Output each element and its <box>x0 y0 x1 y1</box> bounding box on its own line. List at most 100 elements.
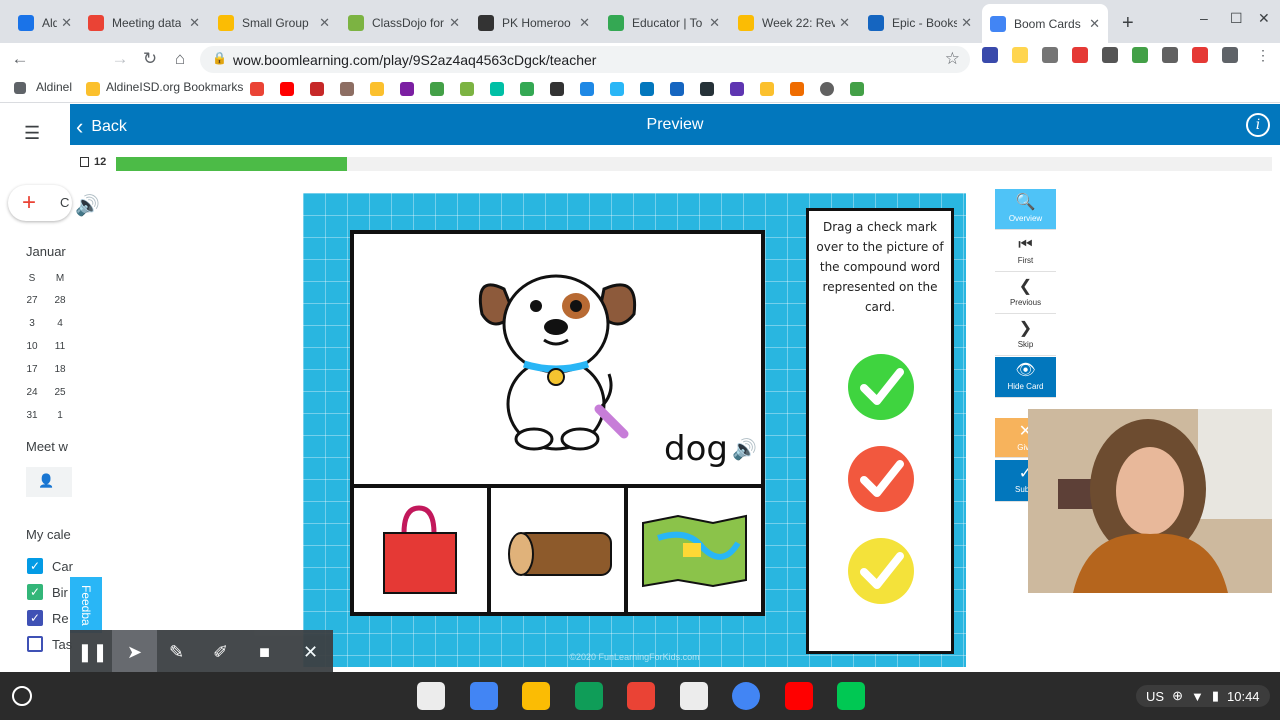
close-tab-icon[interactable]: ✕ <box>57 15 72 31</box>
tab-6[interactable]: Week 22: Rev ✕ <box>730 6 858 40</box>
menu-dots-icon[interactable]: ⋮ <box>1256 47 1272 63</box>
calendar-checkbox[interactable]: ✓ <box>27 584 43 600</box>
bookmark-icon[interactable] <box>640 82 654 96</box>
tab-5[interactable]: Educator | To ✕ <box>600 6 728 40</box>
tab-3[interactable]: ClassDojo for ✕ <box>340 6 468 40</box>
tab-7[interactable]: Epic - Books ✕ <box>860 6 980 40</box>
feedback-tab[interactable]: Feedba <box>70 577 102 633</box>
bookmark-icon[interactable] <box>730 82 744 96</box>
bookmark-icon[interactable] <box>670 82 684 96</box>
close-tab-icon[interactable]: ✕ <box>957 15 972 31</box>
highlighter-icon[interactable]: ✐ <box>198 630 243 675</box>
close-tab-icon[interactable]: ✕ <box>1085 16 1100 32</box>
pen-icon[interactable]: ✎ <box>154 630 199 675</box>
tab-2[interactable]: Small Group ✕ <box>210 6 338 40</box>
bookmark-icon[interactable] <box>490 82 504 96</box>
choice-bag[interactable] <box>354 488 491 612</box>
sheets-icon[interactable] <box>575 682 603 710</box>
bookmark-icon[interactable] <box>700 82 714 96</box>
close-tab-icon[interactable]: ✕ <box>445 15 460 31</box>
bookmark-icon[interactable] <box>790 82 804 96</box>
reload-icon[interactable]: ↻ <box>138 47 162 71</box>
calendar-checkbox[interactable]: ✓ <box>27 610 43 626</box>
bookmark-star-icon[interactable]: ☆ <box>945 49 960 69</box>
bookmark-icon[interactable] <box>370 82 384 96</box>
bookmark-icon[interactable] <box>400 82 414 96</box>
calendar-day[interactable]: 1 <box>50 410 70 421</box>
launcher-icon[interactable] <box>12 686 32 706</box>
apps-icon[interactable] <box>14 82 26 94</box>
close-tab-icon[interactable]: ✕ <box>835 15 850 31</box>
play-store-icon[interactable] <box>837 682 865 710</box>
omnibox[interactable]: 🔒 wow.boomlearning.com/play/9S2az4aq4563… <box>200 46 970 73</box>
bookmark-folder[interactable]: AldineISD.org Bookmarks <box>106 80 243 94</box>
speaker-icon[interactable]: 🔊 <box>732 437 757 461</box>
calendar-checkbox[interactable] <box>27 636 43 652</box>
close-tab-icon[interactable]: ✕ <box>185 15 200 31</box>
control-first[interactable]: ⏮ First <box>995 231 1056 272</box>
calendar-day[interactable]: 28 <box>50 295 70 306</box>
docs-icon[interactable] <box>470 682 498 710</box>
choice-map[interactable] <box>628 488 761 612</box>
close-window-icon[interactable]: ✕ <box>1258 10 1270 27</box>
status-tray[interactable]: US ⊕ ▼ ▮ 10:44 <box>1136 685 1270 707</box>
calendar-day[interactable]: 25 <box>50 387 70 398</box>
bookmark-icon[interactable] <box>580 82 594 96</box>
tab-1[interactable]: Meeting data ✕ <box>80 6 208 40</box>
extension-icon[interactable] <box>1072 47 1088 63</box>
close-tab-icon[interactable]: ✕ <box>315 15 330 31</box>
app-icon[interactable] <box>680 682 708 710</box>
extension-icon[interactable] <box>982 47 998 63</box>
tab-4[interactable]: PK Homeroo ✕ <box>470 6 598 40</box>
draggable-check-mark[interactable] <box>848 446 914 512</box>
drive-icon[interactable] <box>522 682 550 710</box>
url-text[interactable]: wow.boomlearning.com/play/9S2az4aq4563cD… <box>233 52 596 68</box>
calendar-day[interactable]: 27 <box>22 295 42 306</box>
home-icon[interactable]: ⌂ <box>168 47 192 71</box>
close-tab-icon[interactable]: ✕ <box>575 15 590 31</box>
youtube-icon[interactable] <box>280 82 294 96</box>
close-icon[interactable]: ✕ <box>288 630 333 675</box>
control-skip[interactable]: ❯ Skip <box>995 315 1056 356</box>
calendar-day[interactable]: 31 <box>22 410 42 421</box>
draggable-check-mark[interactable] <box>848 354 914 420</box>
calendar-day[interactable]: 10 <box>22 341 42 352</box>
calendar-day[interactable]: 4 <box>50 318 70 329</box>
choice-log[interactable] <box>491 488 628 612</box>
maximize-icon[interactable]: ☐ <box>1230 10 1243 27</box>
bookmark-icon[interactable] <box>760 82 774 96</box>
control-previous[interactable]: ❮ Previous <box>995 273 1056 314</box>
extension-icon[interactable] <box>1042 47 1058 63</box>
gmail-icon[interactable] <box>250 82 264 96</box>
bookmark-icon[interactable] <box>850 82 864 96</box>
extension-icon[interactable] <box>1162 47 1178 63</box>
bookmark-icon[interactable] <box>550 82 564 96</box>
camera-icon[interactable]: ■ <box>242 630 287 675</box>
close-tab-icon[interactable]: ✕ <box>705 15 720 31</box>
calendar-day[interactable]: 17 <box>22 364 42 375</box>
tab-8[interactable]: Boom Cards ✕ <box>982 4 1108 43</box>
bookmark-aldine[interactable]: Aldinel <box>36 80 72 94</box>
control-hide-card[interactable]: 👁 Hide Card <box>995 357 1056 398</box>
bookmark-icon[interactable] <box>460 82 474 96</box>
new-tab-button[interactable]: + <box>1122 12 1134 35</box>
calendar-day[interactable]: 3 <box>22 318 42 329</box>
app-icon[interactable] <box>417 682 445 710</box>
calendar-day[interactable]: 11 <box>50 341 70 352</box>
webcam-overlay[interactable] <box>1028 409 1272 593</box>
youtube-icon[interactable] <box>785 682 813 710</box>
extension-icon[interactable] <box>1192 47 1208 63</box>
bookmark-icon[interactable] <box>310 82 324 96</box>
bookmark-icon[interactable] <box>340 82 354 96</box>
calendar-checkbox[interactable]: ✓ <box>27 558 43 574</box>
calendar-day[interactable]: 24 <box>22 387 42 398</box>
cursor-icon[interactable]: ➤ <box>112 630 157 675</box>
bookmark-icon[interactable] <box>430 82 444 96</box>
extension-icon[interactable] <box>1012 47 1028 63</box>
bookmark-icon[interactable] <box>610 82 624 96</box>
puzzle-icon[interactable] <box>1222 47 1238 63</box>
speaker-icon[interactable]: 🔊 <box>75 193 100 218</box>
gmail-icon[interactable] <box>627 682 655 710</box>
back-arrow-icon[interactable]: ← <box>8 47 32 71</box>
calendar-day[interactable]: 18 <box>50 364 70 375</box>
